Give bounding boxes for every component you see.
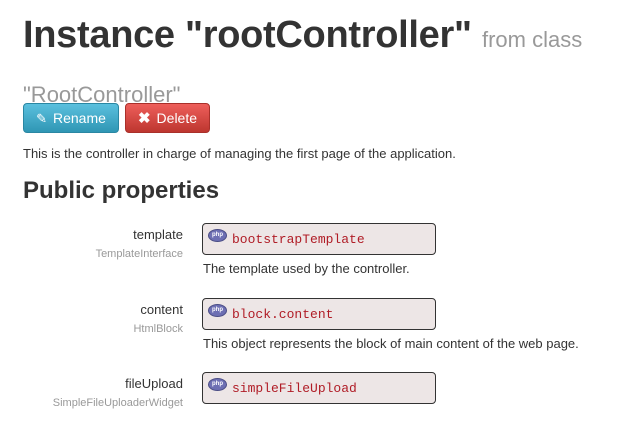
rename-button[interactable]: ✎ Rename [23, 103, 119, 133]
rename-label: Rename [52, 110, 106, 126]
property-type: HtmlBlock [133, 323, 183, 335]
property-name: template [133, 227, 183, 242]
page: Instance "rootController" from class "Ro… [0, 0, 629, 426]
php-icon: php [208, 377, 227, 391]
property-value-box[interactable]: php simpleFileUpload [202, 372, 436, 404]
section-title: Public properties [23, 177, 220, 204]
php-icon: php [208, 228, 227, 242]
property-name: fileUpload [125, 376, 183, 391]
property-row: template TemplateInterface php bootstrap… [0, 223, 629, 293]
property-value-box[interactable]: php bootstrapTemplate [202, 223, 436, 255]
property-row: fileUpload SimpleFileUploaderWidget php … [0, 372, 629, 442]
instance-description: This is the controller in charge of mana… [23, 146, 456, 161]
property-description: The template used by the controller. [203, 261, 410, 276]
property-value: simpleFileUpload [232, 380, 357, 396]
instance-title: Instance "rootController" [23, 14, 472, 56]
close-icon: ✖ [137, 109, 151, 127]
property-value: bootstrapTemplate [232, 231, 365, 247]
property-value-box[interactable]: php block.content [202, 298, 436, 330]
property-row: content HtmlBlock php block.content This… [0, 298, 629, 368]
delete-button[interactable]: ✖ Delete [125, 103, 210, 133]
property-type: TemplateInterface [95, 248, 183, 260]
php-icon: php [208, 303, 227, 317]
property-type: SimpleFileUploaderWidget [52, 397, 183, 409]
delete-label: Delete [156, 110, 198, 126]
property-value: block.content [232, 306, 334, 322]
pencil-icon: ✎ [36, 110, 47, 126]
action-buttons: ✎ Rename ✖ Delete [23, 103, 210, 133]
property-description: This object represents the block of main… [203, 336, 579, 351]
property-name: content [140, 302, 183, 317]
